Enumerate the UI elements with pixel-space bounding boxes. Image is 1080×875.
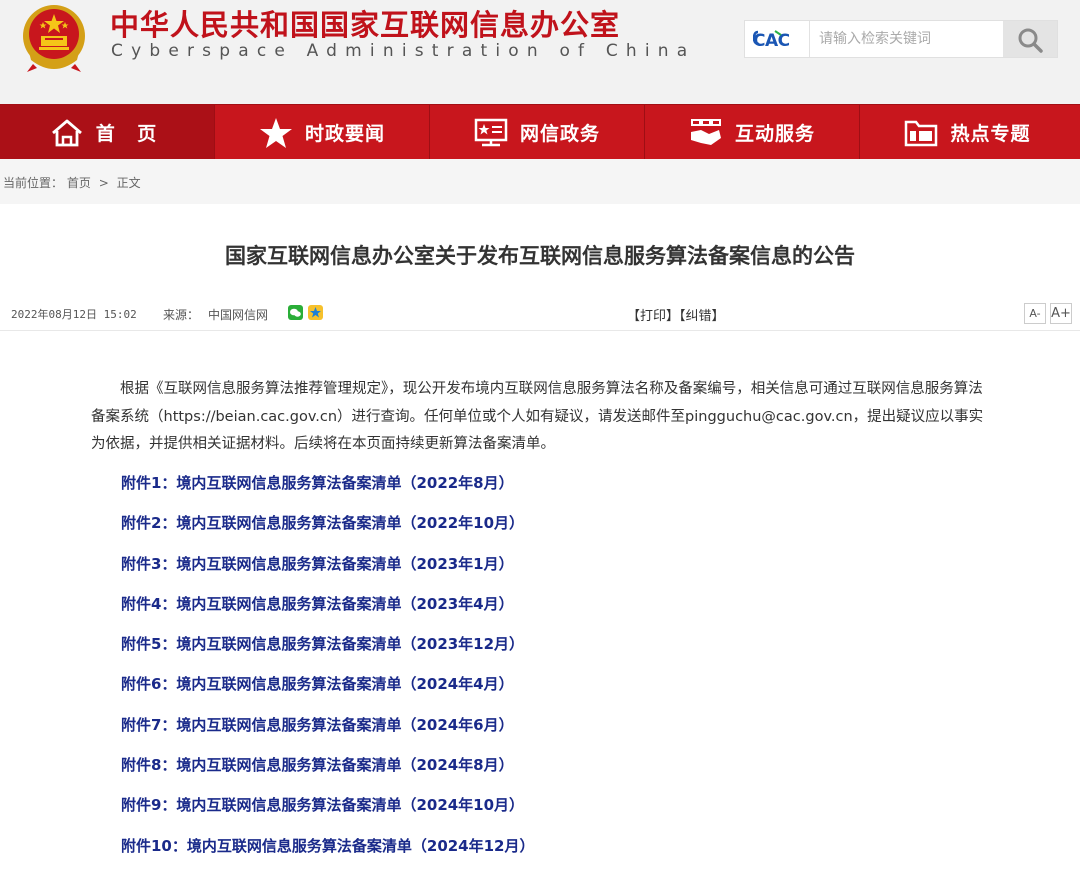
font-increase-button[interactable]: A+ bbox=[1050, 303, 1072, 324]
search-box: CAC bbox=[744, 20, 1058, 58]
search-icon bbox=[1018, 28, 1043, 53]
qzone-share-icon[interactable] bbox=[308, 305, 323, 320]
nav-item-home[interactable]: 首 页 bbox=[0, 105, 215, 160]
attachment-link-9[interactable]: 附件9：境内互联网信息服务算法备案清单（2024年10月） bbox=[121, 794, 535, 834]
attachment-link-1[interactable]: 附件1：境内互联网信息服务算法备案清单（2022年8月） bbox=[121, 472, 535, 512]
attachment-link-4[interactable]: 附件4：境内互联网信息服务算法备案清单（2023年4月） bbox=[121, 593, 535, 633]
cac-logo-icon: CAC bbox=[753, 30, 790, 51]
site-header: 中华人民共和国国家互联网信息办公室 Cyberspace Administrat… bbox=[0, 0, 1080, 104]
nav-label: 首 页 bbox=[95, 123, 165, 145]
attachment-link-2[interactable]: 附件2：境内互联网信息服务算法备案清单（2022年10月） bbox=[121, 512, 535, 552]
breadcrumb-bar: 当前位置： 首页 > 正文 bbox=[0, 159, 1080, 204]
nav-label: 网信政务 bbox=[519, 123, 600, 145]
nav-item-interactive-services[interactable]: 互动服务 bbox=[645, 105, 860, 160]
wechat-share-icon[interactable] bbox=[288, 305, 303, 320]
article-body-paragraph: 根据《互联网信息服务算法推荐管理规定》，现公开发布境内互联网信息服务算法名称及备… bbox=[91, 381, 984, 452]
monitor-icon bbox=[474, 118, 508, 148]
breadcrumb-current: 正文 bbox=[116, 176, 141, 190]
main-nav: 首 页 时政要闻 网信政务 互动服务 热点专题 bbox=[0, 104, 1080, 160]
attachment-link-7[interactable]: 附件7：境内互联网信息服务算法备案清单（2024年6月） bbox=[121, 714, 535, 754]
folder-icon bbox=[904, 118, 938, 148]
search-divider bbox=[809, 21, 810, 57]
attachment-link-6[interactable]: 附件6：境内互联网信息服务算法备案清单（2024年4月） bbox=[121, 673, 535, 713]
search-button[interactable] bbox=[1003, 21, 1057, 57]
attachment-link-8[interactable]: 附件8：境内互联网信息服务算法备案清单（2024年8月） bbox=[121, 754, 535, 794]
nav-label: 互动服务 bbox=[734, 123, 815, 145]
article-content: 根据《互联网信息服务算法推荐管理规定》，现公开发布境内互联网信息服务算法名称及备… bbox=[91, 376, 991, 459]
nav-item-hot-topics[interactable]: 热点专题 bbox=[860, 105, 1075, 160]
breadcrumb-prefix: 当前位置： bbox=[3, 176, 64, 190]
handshake-icon bbox=[689, 118, 723, 148]
article-meta: 2022年08月12日 15:02 来源： 中国网信网 【打印】【纠错】 A- … bbox=[0, 300, 1080, 331]
search-input[interactable] bbox=[811, 22, 1003, 56]
article-title: 国家互联网信息办公室关于发布互联网信息服务算法备案信息的公告 bbox=[225, 244, 855, 268]
home-icon bbox=[50, 118, 84, 148]
breadcrumb: 当前位置： 首页 > 正文 bbox=[3, 174, 141, 191]
breadcrumb-home-link[interactable]: 首页 bbox=[67, 176, 91, 190]
nav-label: 热点专题 bbox=[950, 123, 1031, 145]
print-correction-links[interactable]: 【打印】【纠错】 bbox=[627, 305, 725, 324]
nav-item-news[interactable]: 时政要闻 bbox=[215, 105, 430, 160]
cac-logo-text: CAC bbox=[753, 31, 790, 51]
site-subtitle: Cyberspace Administration of China bbox=[111, 41, 696, 61]
star-icon bbox=[259, 117, 293, 149]
nav-label: 时政要闻 bbox=[304, 123, 385, 145]
attachment-list: 附件1：境内互联网信息服务算法备案清单（2022年8月） 附件2：境内互联网信息… bbox=[121, 472, 535, 875]
national-emblem-icon[interactable] bbox=[19, 2, 89, 74]
source-name: 中国网信网 bbox=[208, 308, 269, 322]
source-label: 来源： bbox=[163, 308, 200, 322]
publish-date: 2022年08月12日 15:02 bbox=[11, 308, 137, 321]
font-decrease-button[interactable]: A- bbox=[1024, 303, 1046, 324]
breadcrumb-separator: > bbox=[98, 176, 109, 190]
attachment-link-10[interactable]: 附件10：境内互联网信息服务算法备案清单（2024年12月） bbox=[121, 835, 535, 875]
attachment-link-3[interactable]: 附件3：境内互联网信息服务算法备案清单（2023年1月） bbox=[121, 553, 535, 593]
attachment-link-5[interactable]: 附件5：境内互联网信息服务算法备案清单（2023年12月） bbox=[121, 633, 535, 673]
nav-item-gov-affairs[interactable]: 网信政务 bbox=[430, 105, 645, 160]
site-title[interactable]: 中华人民共和国国家互联网信息办公室 bbox=[110, 2, 620, 44]
